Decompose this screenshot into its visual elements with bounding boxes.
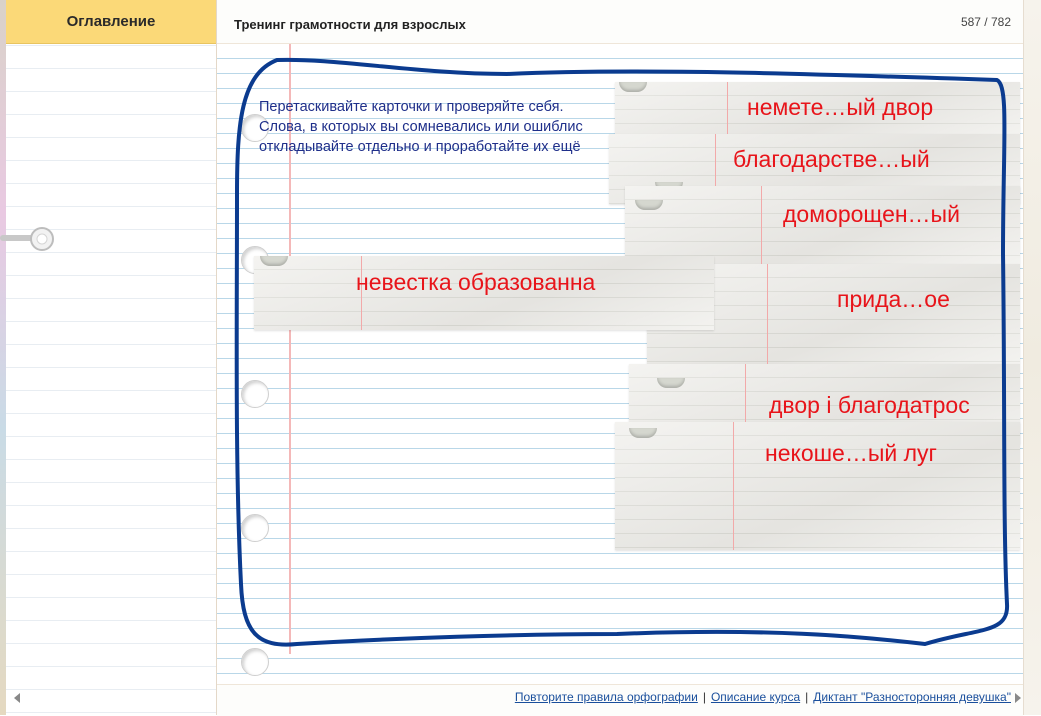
main-content: Тренинг грамотности для взрослых 587 / 7… [217,0,1023,715]
scroll-left-arrow-icon[interactable] [14,693,20,703]
binder-ring-icon [0,227,54,251]
hand-drawn-outline [234,57,1010,647]
sidebar-header-table-of-contents[interactable]: Оглавление [6,0,216,44]
page-counter: 587 / 782 [960,15,1011,29]
sidebar: Оглавление [6,0,217,715]
footer-nav: Повторите правила орфографии | Описание ку… [14,684,1023,716]
sidebar-header-label: Оглавление [66,13,156,30]
decorative-right-strip [1023,0,1041,715]
link-separator: | [702,690,706,704]
main-header: Тренинг грамотности для взрослых 587 / 7… [217,0,1023,44]
link-spelling-rules[interactable]: Повторите правила орфографии [515,690,698,704]
link-separator: | [805,690,809,704]
link-dictation[interactable]: Диктант "Разносторонняя девушка" [813,690,1011,704]
link-course-description[interactable]: Описание курса [711,690,800,704]
course-title: Тренинг грамотности для взрослых [234,17,466,32]
notebook-page: Перетаскивайте карточки и проверяйте себ… [217,44,1023,684]
scroll-right-arrow-icon[interactable] [1015,693,1021,703]
footer-links: Повторите правила орфографии | Описание ку… [515,690,1011,704]
